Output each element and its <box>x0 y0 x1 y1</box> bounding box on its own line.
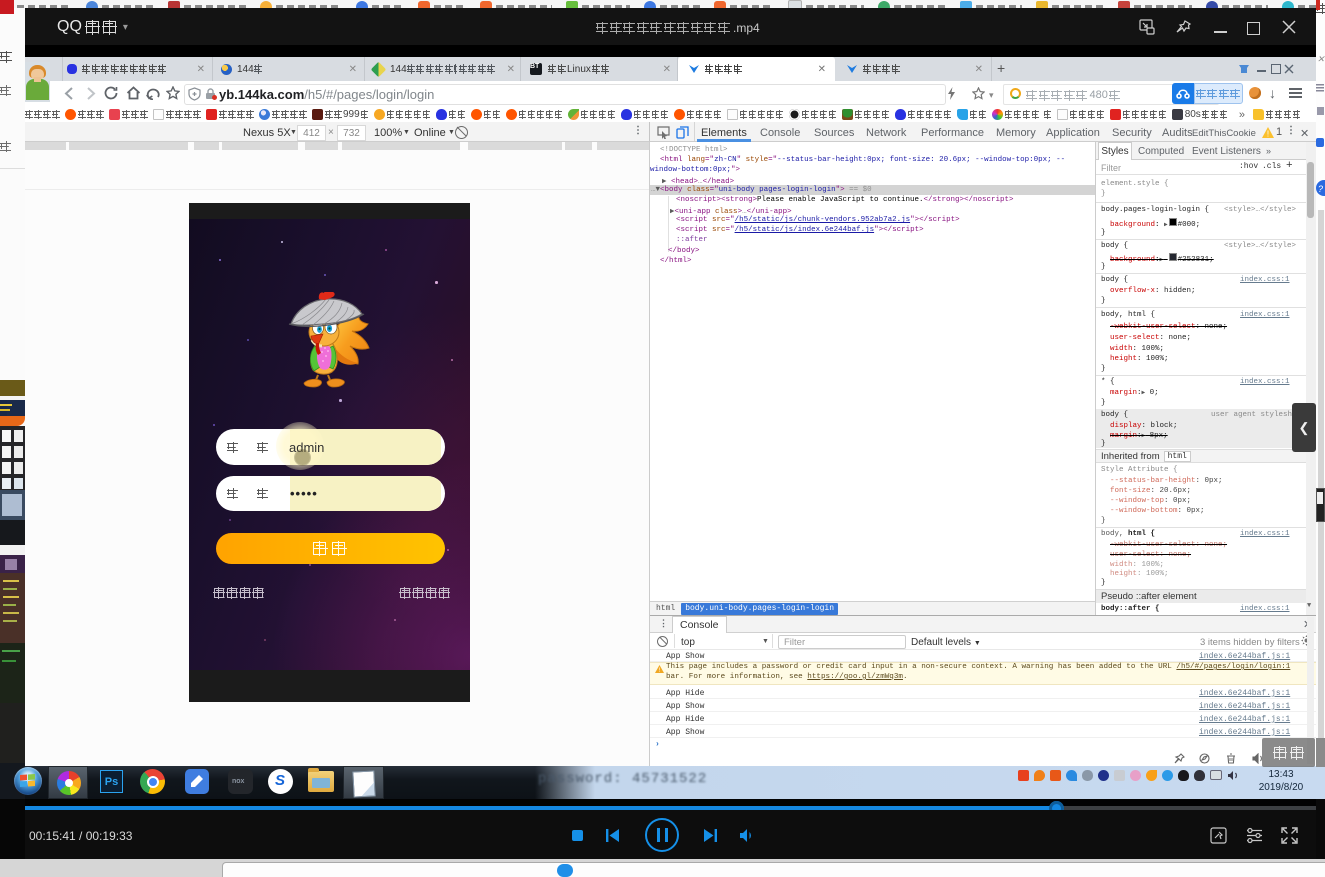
svg-text:!: ! <box>658 667 662 673</box>
svg-text:!: ! <box>1267 129 1269 138</box>
